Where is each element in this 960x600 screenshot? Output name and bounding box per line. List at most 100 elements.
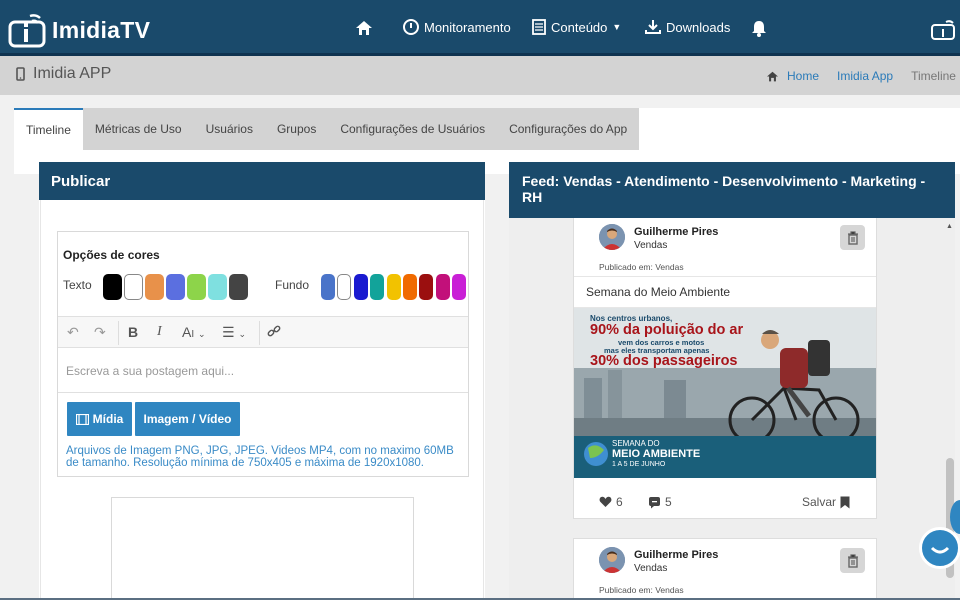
feed-post-card: Guilherme Pires Vendas Publicado em: Ven… — [573, 202, 877, 519]
nav-monitoramento[interactable]: Monitoramento — [403, 19, 511, 35]
tab-timeline[interactable]: Timeline — [14, 108, 83, 150]
italic-icon[interactable]: I — [157, 324, 162, 340]
post-published-in: Publicado em: Vendas — [599, 585, 684, 595]
tv-icon — [8, 14, 46, 48]
color-swatch[interactable] — [403, 274, 417, 300]
bold-icon[interactable]: B — [128, 324, 138, 340]
home-icon — [767, 71, 778, 81]
tab-bar: Timeline Métricas de Uso Usuários Grupos… — [14, 108, 640, 150]
color-swatch[interactable] — [370, 274, 385, 300]
post-textarea[interactable]: Escreva a sua postagem aqui... — [58, 348, 468, 393]
nav-downloads[interactable]: Downloads — [645, 19, 730, 35]
toolbar-divider — [259, 321, 260, 345]
nav-tv-menu[interactable] — [930, 17, 958, 41]
toolbar-divider — [118, 321, 119, 345]
upload-hint: Arquivos de Imagem PNG, JPG, JPEG. Video… — [66, 445, 454, 469]
tab-config-usuarios[interactable]: Configurações de Usuários — [328, 108, 497, 150]
undo-icon[interactable]: ↶ — [67, 324, 79, 341]
publish-body: Opções de cores Texto Fundo ↶ ↷ B I AI ⌄… — [40, 200, 484, 600]
tab-metricas[interactable]: Métricas de Uso — [83, 108, 194, 150]
post-published-in: Publicado em: Vendas — [599, 262, 684, 272]
brand-logo[interactable]: ImidiaTV — [8, 12, 150, 48]
color-swatch[interactable] — [419, 274, 434, 300]
nav-label: Downloads — [666, 19, 731, 35]
bg-color-label: Fundo — [275, 278, 310, 292]
caret-down-icon: ▼ — [612, 22, 622, 32]
comment-count: 5 — [665, 495, 672, 509]
chat-button[interactable] — [919, 527, 960, 569]
nav-notifications[interactable] — [751, 20, 767, 37]
color-swatch[interactable] — [124, 274, 143, 300]
feed-title: Feed: Vendas - Atendimento - Desenvolvim… — [509, 162, 955, 218]
post-preview — [111, 497, 414, 600]
post-group: Vendas — [634, 563, 668, 574]
feed-panel: Guilherme Pires Vendas Publicado em: Ven… — [509, 162, 955, 600]
breadcrumb-home[interactable]: Home — [766, 69, 819, 83]
sub-header: Imidia APP Home Imidia App Timeline — [0, 56, 960, 95]
color-swatch[interactable] — [321, 274, 335, 300]
image-video-button[interactable]: Imagem / Vídeo — [135, 402, 240, 436]
media-button[interactable]: Mídia — [67, 402, 132, 436]
like-count: 6 — [616, 495, 623, 509]
tab-grupos[interactable]: Grupos — [265, 108, 328, 150]
color-swatch[interactable] — [166, 274, 185, 300]
tab-usuarios[interactable]: Usuários — [194, 108, 265, 150]
download-icon — [645, 20, 661, 34]
color-swatch[interactable] — [435, 274, 450, 300]
tab-config-app[interactable]: Configurações do App — [497, 108, 639, 150]
post-placeholder: Escreva a sua postagem aqui... — [66, 364, 235, 378]
image-text: SEMANA DO — [612, 439, 660, 448]
avatar — [599, 547, 625, 573]
color-swatch[interactable] — [337, 274, 352, 300]
color-swatch[interactable] — [229, 274, 248, 300]
save-label: Salvar — [802, 495, 837, 509]
align-icon[interactable]: ☰ ⌄ — [222, 324, 246, 341]
color-swatch[interactable] — [208, 274, 227, 300]
dashboard-icon — [403, 19, 419, 35]
color-swatch[interactable] — [145, 274, 164, 300]
comment-button[interactable]: 5 — [648, 495, 672, 509]
color-swatch[interactable] — [187, 274, 206, 300]
redo-icon[interactable]: ↷ — [94, 324, 106, 341]
bell-icon — [752, 21, 766, 37]
tv-icon — [931, 20, 955, 40]
top-navbar: ImidiaTV Monitoramento Conteúdo ▼ Downlo… — [0, 0, 960, 56]
breadcrumb: Home Imidia App Timeline — [766, 69, 956, 83]
post-image[interactable]: Nos centros urbanos, 90% da poluição do … — [574, 308, 876, 478]
phone-icon — [16, 67, 25, 81]
nav-label: Conteúdo — [551, 19, 608, 35]
document-icon — [532, 19, 546, 35]
color-swatch[interactable] — [452, 274, 467, 300]
app-title-text: Imidia APP — [33, 65, 112, 82]
post-author: Guilherme Pires — [634, 549, 719, 561]
nav-label: Monitoramento — [424, 19, 511, 35]
color-swatch[interactable] — [353, 274, 368, 300]
trash-icon — [847, 230, 858, 245]
image-text: 30% dos passageiros — [590, 353, 738, 369]
text-color-label: Texto — [63, 278, 92, 292]
font-size-icon[interactable]: AI ⌄ — [182, 324, 206, 340]
link-icon[interactable] — [267, 324, 281, 341]
breadcrumb-imidia-app[interactable]: Imidia App — [837, 69, 893, 83]
home-icon — [356, 21, 372, 35]
delete-post-button[interactable] — [840, 548, 865, 573]
breadcrumb-timeline: Timeline — [911, 69, 956, 83]
feed-post-card: Guilherme Pires Vendas Publicado em: Ven… — [573, 538, 877, 600]
nav-home[interactable] — [355, 20, 373, 36]
page-title: Imidia APP — [16, 65, 111, 83]
publish-panel: Publicar Opções de cores Texto Fundo ↶ ↷… — [39, 162, 485, 600]
color-swatch[interactable] — [103, 274, 122, 300]
heart-icon — [599, 496, 612, 507]
image-text: MEIO AMBIENTE — [612, 448, 701, 460]
trash-icon — [847, 553, 858, 568]
breadcrumb-label: Home — [787, 69, 820, 83]
publish-title: Publicar — [39, 162, 485, 200]
nav-conteudo[interactable]: Conteúdo ▼ — [532, 19, 621, 35]
avatar — [599, 224, 625, 250]
scroll-up-icon[interactable]: ▲ — [946, 223, 953, 230]
delete-post-button[interactable] — [840, 225, 865, 250]
color-swatch[interactable] — [386, 274, 401, 300]
brand-name: ImidiaTV — [52, 16, 151, 43]
save-button[interactable]: Salvar — [802, 495, 850, 509]
like-button[interactable]: 6 — [599, 495, 623, 509]
